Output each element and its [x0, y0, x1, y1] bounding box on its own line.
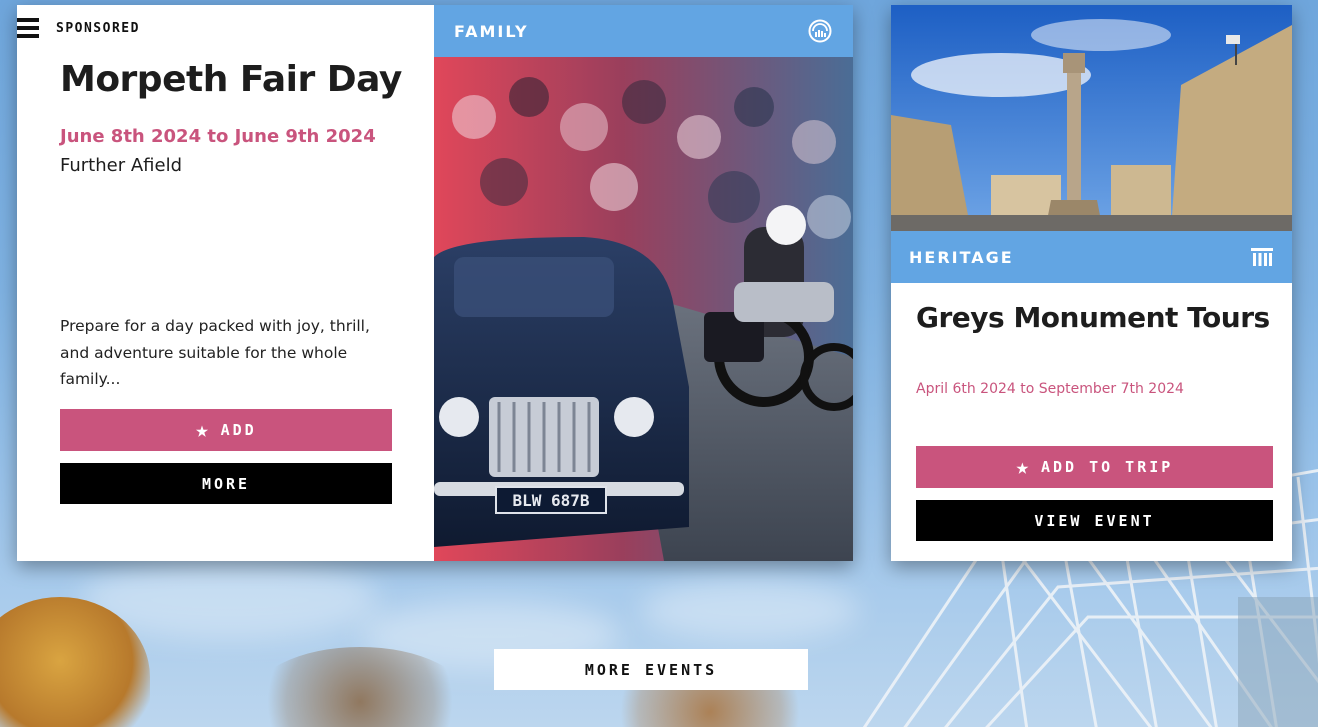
add-button[interactable]: ★ ADD: [60, 409, 392, 451]
side-event-card: HERITAGE Greys Monument Tours April 6th …: [891, 5, 1292, 561]
license-plate: BLW 687B: [512, 491, 589, 510]
event-title[interactable]: Greys Monument Tours: [916, 301, 1270, 334]
view-event-button[interactable]: VIEW EVENT: [916, 500, 1273, 541]
add-button-label: ADD: [220, 421, 257, 439]
star-icon: ★: [195, 417, 209, 443]
featured-event-card: SPONSORED Morpeth Fair Day June 8th 2024…: [17, 5, 853, 561]
sponsored-label: SPONSORED: [56, 21, 140, 36]
menu-icon[interactable]: [17, 18, 39, 38]
event-location: Further Afield: [60, 155, 182, 176]
event-title[interactable]: Morpeth Fair Day: [60, 59, 402, 100]
more-events-button[interactable]: MORE EVENTS: [494, 649, 808, 690]
star-icon: ★: [1015, 454, 1029, 480]
featured-event-media: FAMILY BLW 687B: [434, 5, 853, 561]
add-to-trip-label: ADD TO TRIP: [1040, 458, 1174, 476]
event-description: Prepare for a day packed with joy, thril…: [60, 317, 370, 388]
category-label: FAMILY: [454, 21, 529, 41]
featured-event-details: SPONSORED Morpeth Fair Day June 8th 2024…: [17, 5, 434, 561]
more-events-label: MORE EVENTS: [584, 660, 718, 679]
column-icon: [1251, 248, 1273, 266]
classic-car-parade-photo[interactable]: BLW 687B: [434, 57, 853, 561]
more-button[interactable]: MORE: [60, 463, 392, 504]
family-icon: [808, 19, 832, 43]
category-label: HERITAGE: [909, 247, 1014, 267]
event-dates: April 6th 2024 to September 7th 2024: [916, 381, 1184, 397]
event-dates: June 8th 2024 to June 9th 2024: [60, 126, 376, 147]
category-bar: FAMILY: [434, 5, 853, 57]
view-event-label: VIEW EVENT: [1034, 511, 1155, 530]
more-button-label: MORE: [201, 474, 251, 493]
add-to-trip-button[interactable]: ★ ADD TO TRIP: [916, 446, 1273, 488]
greys-monument-photo[interactable]: [891, 5, 1292, 231]
category-bar: HERITAGE: [891, 231, 1292, 283]
